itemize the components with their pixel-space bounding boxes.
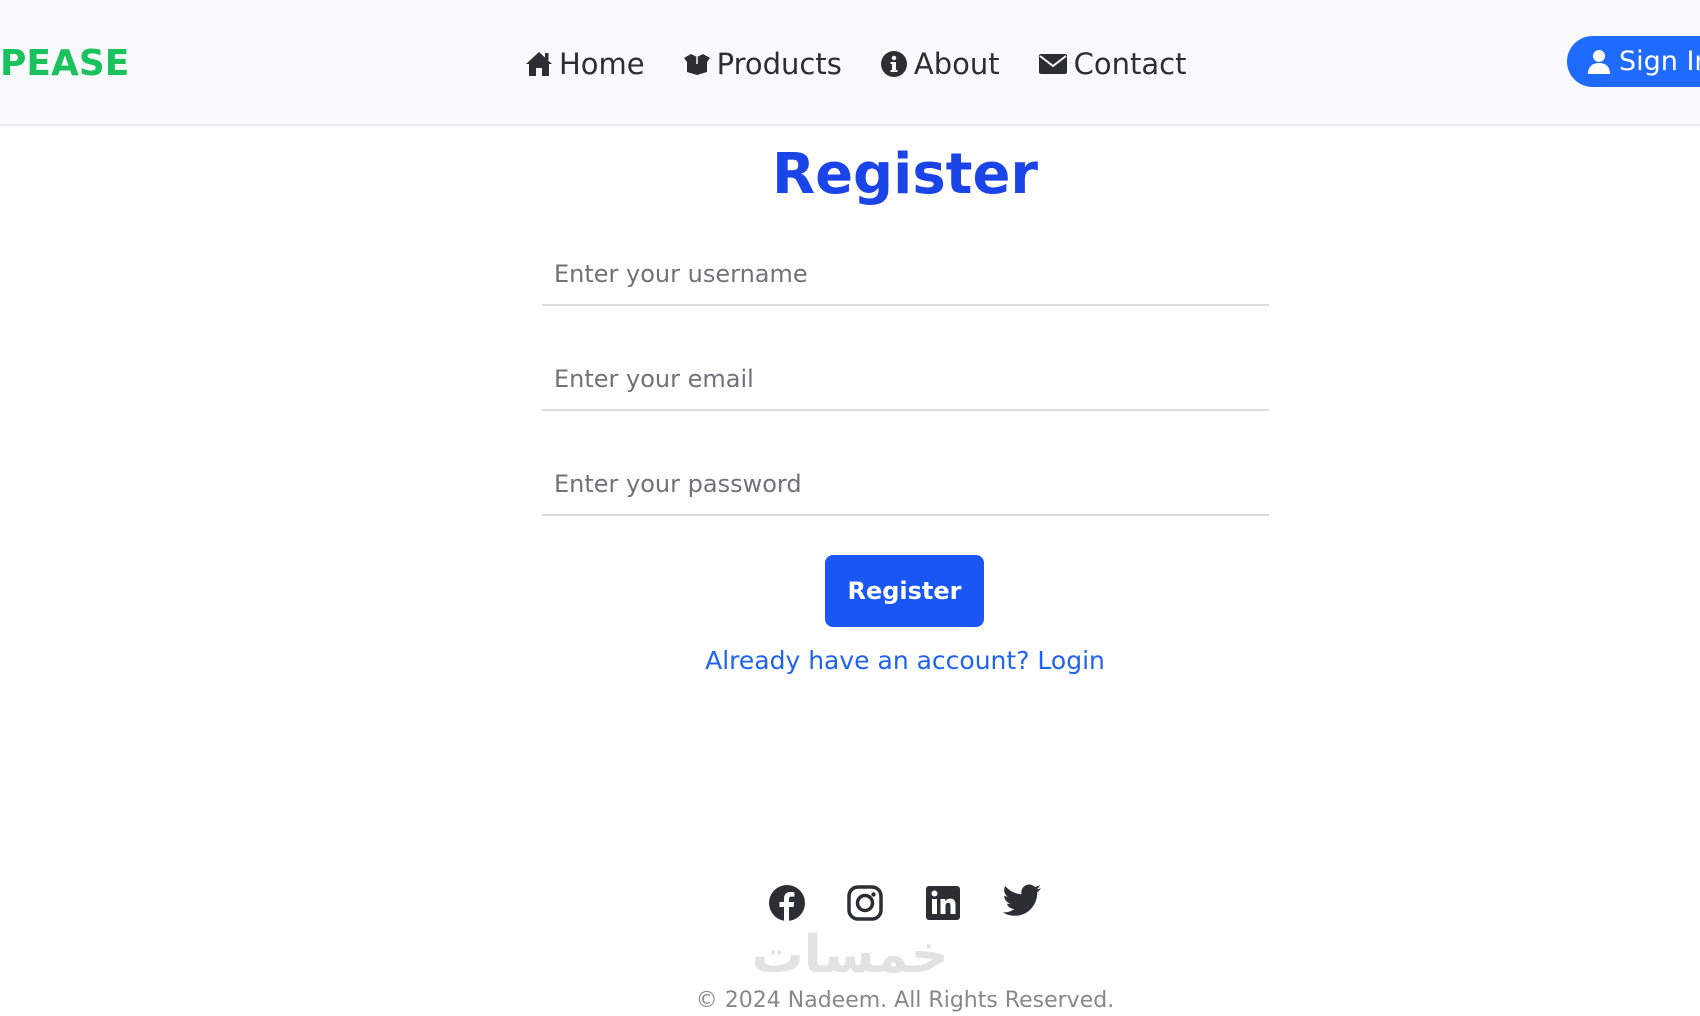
page-title: Register bbox=[771, 142, 1039, 207]
navbar: PEASE Home Products About Contact Sign I bbox=[0, 0, 1700, 126]
nav-home[interactable]: Home bbox=[525, 47, 645, 81]
linkedin-icon[interactable] bbox=[924, 884, 962, 926]
sign-in-label: Sign In bbox=[1619, 46, 1700, 77]
nav-about[interactable]: About bbox=[880, 47, 1000, 81]
watermark: خمسات bbox=[751, 925, 949, 985]
home-icon bbox=[526, 52, 552, 76]
login-link[interactable]: Already have an account? Login bbox=[0, 643, 1700, 679]
nav-products-label: Products bbox=[716, 47, 842, 81]
box-open-icon bbox=[683, 54, 710, 75]
nav-links: Home Products About Contact bbox=[525, 42, 1186, 86]
nav-products[interactable]: Products bbox=[683, 47, 842, 81]
nav-home-label: Home bbox=[559, 47, 645, 81]
instagram-icon[interactable] bbox=[846, 884, 884, 926]
password-field[interactable] bbox=[542, 454, 1269, 516]
twitter-icon[interactable] bbox=[1002, 884, 1042, 926]
copyright-text: © 2024 Nadeem. All Rights Reserved. bbox=[695, 988, 1115, 1013]
sign-in-button[interactable]: Sign In bbox=[1567, 36, 1700, 87]
facebook-icon[interactable] bbox=[768, 884, 806, 926]
user-icon bbox=[1588, 49, 1610, 74]
info-circle-icon bbox=[880, 51, 907, 77]
nav-contact-label: Contact bbox=[1073, 47, 1187, 81]
nav-contact[interactable]: Contact bbox=[1038, 47, 1187, 81]
nav-about-label: About bbox=[913, 47, 1000, 81]
brand-logo[interactable]: PEASE bbox=[0, 42, 129, 86]
username-field[interactable] bbox=[542, 244, 1269, 306]
envelope-icon bbox=[1038, 54, 1067, 74]
register-button[interactable]: Register bbox=[825, 555, 984, 627]
social-links bbox=[768, 884, 1042, 926]
email-field[interactable] bbox=[542, 349, 1269, 411]
